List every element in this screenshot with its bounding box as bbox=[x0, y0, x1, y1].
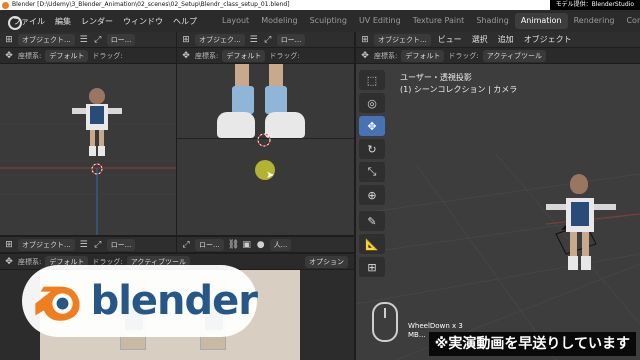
character-model-3d[interactable] bbox=[546, 174, 616, 284]
blender-logo-icon bbox=[35, 286, 80, 321]
3d-cursor-icon bbox=[257, 133, 271, 147]
tab-uv-editing[interactable]: UV Editing bbox=[353, 13, 407, 29]
move-tool-icon[interactable]: ✥ bbox=[359, 116, 385, 136]
move-icon: ✥ bbox=[361, 50, 369, 61]
menu-help[interactable]: ヘルプ bbox=[168, 16, 202, 27]
blender-logo-text: blender bbox=[90, 278, 258, 324]
menu-icon[interactable]: ☰ bbox=[249, 35, 259, 45]
drag-dropdown[interactable]: アクティブツール bbox=[482, 49, 546, 62]
viewport-right-tool-settings: ✥ 座標系: デフォルト ドラッグ: アクティブツール bbox=[356, 48, 640, 63]
move-icon: ✥ bbox=[5, 256, 13, 267]
menu-select[interactable]: 選択 bbox=[469, 34, 491, 45]
editor-type-icon[interactable]: ⊞ bbox=[181, 35, 191, 45]
coord-dropdown[interactable]: デフォルト bbox=[222, 49, 266, 62]
viewport-bm-header: ⤢ ロー... ⛓ ▣ ● 人... bbox=[177, 237, 354, 252]
view-icon[interactable]: ⤢ bbox=[181, 240, 191, 250]
tab-animation[interactable]: Animation bbox=[514, 13, 568, 29]
viewport-tm-tool-settings: ✥ 座標系: デフォルト ドラッグ: bbox=[177, 48, 354, 63]
mode-dropdown[interactable]: オブジェクト... bbox=[374, 33, 431, 46]
view-dropdown[interactable]: ロー... bbox=[195, 238, 224, 251]
coord-dropdown[interactable]: デフォルト bbox=[45, 49, 89, 62]
measure-tool-icon[interactable]: 📐 bbox=[359, 234, 385, 254]
drag-label: ドラッグ: bbox=[92, 51, 123, 60]
select-tool-icon[interactable]: ⬚ bbox=[359, 70, 385, 90]
collection-info: (1) シーンコレクション | カメラ bbox=[400, 85, 518, 94]
mode-dropdown[interactable]: オブジェクト... bbox=[18, 33, 75, 46]
add-cube-tool-icon[interactable]: ⊞ bbox=[359, 257, 385, 277]
scale-tool-icon[interactable]: ⤡ bbox=[359, 162, 385, 182]
annotate-tool-icon[interactable]: ✎ bbox=[359, 211, 385, 231]
menu-window[interactable]: ウィンドウ bbox=[118, 16, 168, 27]
mouse-input-icon bbox=[372, 302, 398, 342]
coord-label: 座標系: bbox=[18, 51, 42, 60]
viewport-tl-header: ⊞ オブジェクト... ☰ ⤢ ロー... bbox=[0, 32, 176, 47]
coord-label: 座標系: bbox=[195, 51, 219, 60]
tab-layout[interactable]: Layout bbox=[216, 13, 255, 29]
menu-object[interactable]: オブジェクト bbox=[521, 34, 575, 45]
menu-icon[interactable]: ☰ bbox=[79, 240, 89, 250]
workspace-tabs: Layout Modeling Sculpting UV Editing Tex… bbox=[216, 10, 640, 32]
move-icon: ✥ bbox=[182, 50, 190, 61]
person-dropdown[interactable]: 人... bbox=[269, 238, 292, 251]
tab-compositing[interactable]: Compo bbox=[620, 13, 640, 29]
view-icon[interactable]: ⤢ bbox=[93, 240, 103, 250]
blender-app-icon bbox=[2, 2, 9, 9]
blender-logo: blender bbox=[22, 265, 258, 337]
tab-modeling[interactable]: Modeling bbox=[255, 13, 303, 29]
view-icon[interactable]: ⤢ bbox=[263, 35, 273, 45]
tab-sculpting[interactable]: Sculpting bbox=[304, 13, 353, 29]
menu-view[interactable]: ビュー bbox=[435, 34, 465, 45]
coord-dropdown[interactable]: デフォルト bbox=[401, 49, 445, 62]
view-icon[interactable]: ⤢ bbox=[93, 35, 103, 45]
tab-texture-paint[interactable]: Texture Paint bbox=[407, 13, 471, 29]
viewport-top-middle[interactable]: ➤ bbox=[177, 64, 354, 235]
video-subtitle: ※実演動画を早送りしています bbox=[428, 332, 636, 356]
mode-dropdown[interactable]: オブジェクト... bbox=[18, 238, 75, 251]
input-line-1: WheelDown x 3 bbox=[408, 322, 463, 330]
viewport-right-header: ⊞ オブジェクト... ビュー 選択 追加 オブジェクト bbox=[356, 32, 640, 47]
view-name: ユーザー・透視投影 bbox=[400, 73, 472, 82]
mouse-pointer-icon: ➤ bbox=[266, 170, 275, 181]
coord-label: 座標系: bbox=[18, 257, 42, 266]
tab-shading[interactable]: Shading bbox=[470, 13, 515, 29]
editor-type-icon[interactable]: ⊞ bbox=[4, 240, 14, 250]
menu-bar: ファイル 編集 レンダー ウィンドウ ヘルプ Layout Modeling S… bbox=[0, 10, 640, 32]
shading-icon[interactable]: ● bbox=[256, 240, 266, 250]
drag-label: ドラッグ: bbox=[448, 51, 479, 60]
overlay-icon[interactable]: ▣ bbox=[242, 240, 252, 250]
menu-icon[interactable]: ☰ bbox=[79, 35, 89, 45]
options-dropdown[interactable]: オプション bbox=[305, 255, 348, 268]
window-title: Blender [D:\Udemy\3_Blender_Animation\02… bbox=[12, 1, 290, 8]
move-icon: ✥ bbox=[5, 50, 13, 61]
viewport-3d-main[interactable]: ユーザー・透視投影 (1) シーンコレクション | カメラ bbox=[356, 64, 640, 360]
drag-label: ドラッグ: bbox=[269, 51, 300, 60]
editor-type-icon[interactable]: ⊞ bbox=[360, 35, 370, 45]
view-dropdown[interactable]: ロー... bbox=[106, 33, 136, 46]
model-credit: モデル提供：BlenderStudio bbox=[549, 0, 640, 10]
cursor-tool-icon[interactable]: ◎ bbox=[359, 93, 385, 113]
transform-tool-icon[interactable]: ⊕ bbox=[359, 185, 385, 205]
view-dropdown[interactable]: ロー... bbox=[276, 33, 306, 46]
window-title-bar: Blender [D:\Udemy\3_Blender_Animation\02… bbox=[0, 0, 640, 10]
coord-label: 座標系: bbox=[374, 51, 398, 60]
mode-dropdown[interactable]: オブジェク... bbox=[195, 33, 245, 46]
menu-edit[interactable]: 編集 bbox=[50, 16, 76, 27]
link-icon[interactable]: ⛓ bbox=[228, 240, 239, 250]
view-dropdown[interactable]: ロー... bbox=[106, 238, 136, 251]
menu-add[interactable]: 追加 bbox=[495, 34, 517, 45]
viewport-top-left[interactable] bbox=[0, 64, 176, 235]
tab-rendering[interactable]: Rendering bbox=[568, 13, 621, 29]
viewport-bl-header: ⊞ オブジェクト... ☰ ⤢ ロー... bbox=[0, 237, 176, 252]
character-model[interactable] bbox=[72, 84, 122, 174]
menu-render[interactable]: レンダー bbox=[76, 16, 118, 27]
viewport-tl-tool-settings: ✥ 座標系: デフォルト ドラッグ: bbox=[0, 48, 176, 63]
rotate-tool-icon[interactable]: ↻ bbox=[359, 139, 385, 159]
viewport-tm-header: ⊞ オブジェク... ☰ ⤢ ロー... bbox=[177, 32, 354, 47]
tool-shelf: ⬚ ◎ ✥ ↻ ⤡ ⊕ ✎ 📐 ⊞ bbox=[359, 70, 387, 280]
editor-type-icon[interactable]: ⊞ bbox=[4, 35, 14, 45]
3d-cursor-icon bbox=[91, 163, 103, 175]
